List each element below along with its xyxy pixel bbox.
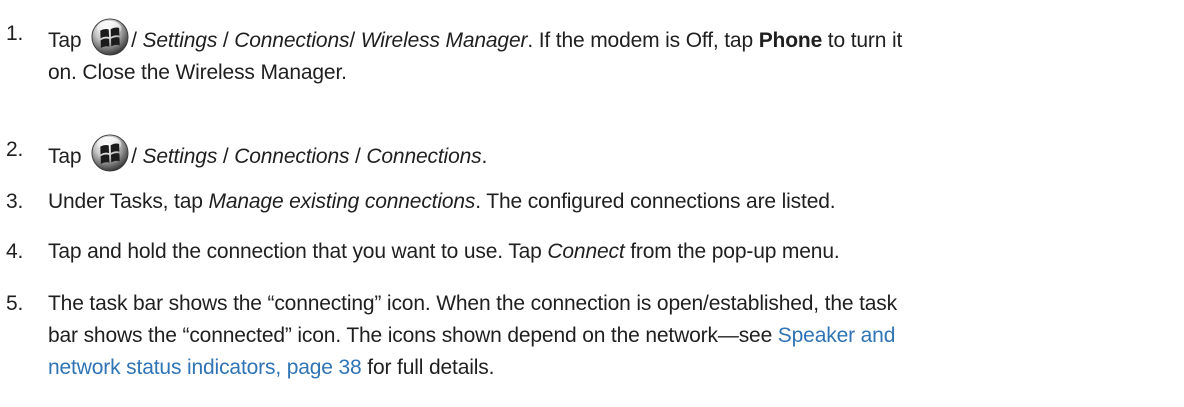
path-separator: / — [217, 29, 235, 52]
step-text: Under Tasks, tap Manage existing connect… — [48, 186, 1178, 218]
step-number: 4. — [6, 240, 24, 263]
path-connections: Connections — [234, 29, 350, 52]
path-separator: / — [349, 145, 367, 168]
step-number: 3. — [6, 190, 24, 213]
step-sentence: on. Close the Wireless Manager. — [48, 61, 347, 84]
step-sentence: . The configured connections are listed. — [475, 190, 836, 213]
step-text: Tap / Settings / Connections/ Wireless M… — [48, 18, 1178, 89]
step-sentence: for full details. — [361, 356, 495, 379]
step-text: The task bar shows the “connecting” icon… — [48, 288, 1178, 384]
step-number: 2. — [6, 138, 24, 161]
path-separator: / — [131, 29, 143, 52]
path-separator: / — [131, 145, 143, 168]
phone-label: Phone — [758, 29, 823, 52]
step-number: 1. — [6, 22, 24, 45]
link-text[interactable]: Speaker and — [778, 324, 896, 347]
path-settings: Settings — [142, 145, 218, 168]
connect-label: Connect — [547, 240, 625, 263]
step-sentence: bar shows the “connected” icon. The icon… — [48, 324, 778, 347]
step-verb: Tap — [48, 29, 82, 52]
path-connections: Connections — [234, 145, 350, 168]
path-connections: Connections — [366, 145, 482, 168]
manage-connections-label: Manage existing connections — [208, 190, 476, 213]
step-sentence: The task bar shows the “connecting” icon… — [48, 292, 898, 315]
path-separator: / — [217, 145, 235, 168]
path-settings: Settings — [142, 29, 218, 52]
step-sentence: . If the modem is Off, tap — [527, 29, 759, 52]
step-sentence: Under Tasks, tap — [48, 190, 209, 213]
instruction-steps: 1. Tap / Settings / Connections/ Wireles… — [0, 0, 1184, 407]
path-separator: / — [349, 29, 361, 52]
step-sentence: to turn it — [822, 29, 903, 52]
step-text: Tap and hold the connection that you wan… — [48, 236, 1178, 268]
step-verb: Tap — [48, 145, 82, 168]
windows-start-icon — [91, 134, 129, 172]
step-text: Tap / Settings / Connections / Connectio… — [48, 134, 1178, 173]
windows-start-icon — [91, 18, 129, 56]
link-text[interactable]: network status indicators, page 38 — [48, 356, 362, 379]
step-sentence: Tap and hold the connection that you wan… — [48, 240, 548, 263]
step-sentence: from the pop-up menu. — [624, 240, 840, 263]
step-number: 5. — [6, 292, 24, 315]
path-wireless-manager: Wireless Manager — [360, 29, 528, 52]
step-sentence: . — [481, 145, 488, 168]
